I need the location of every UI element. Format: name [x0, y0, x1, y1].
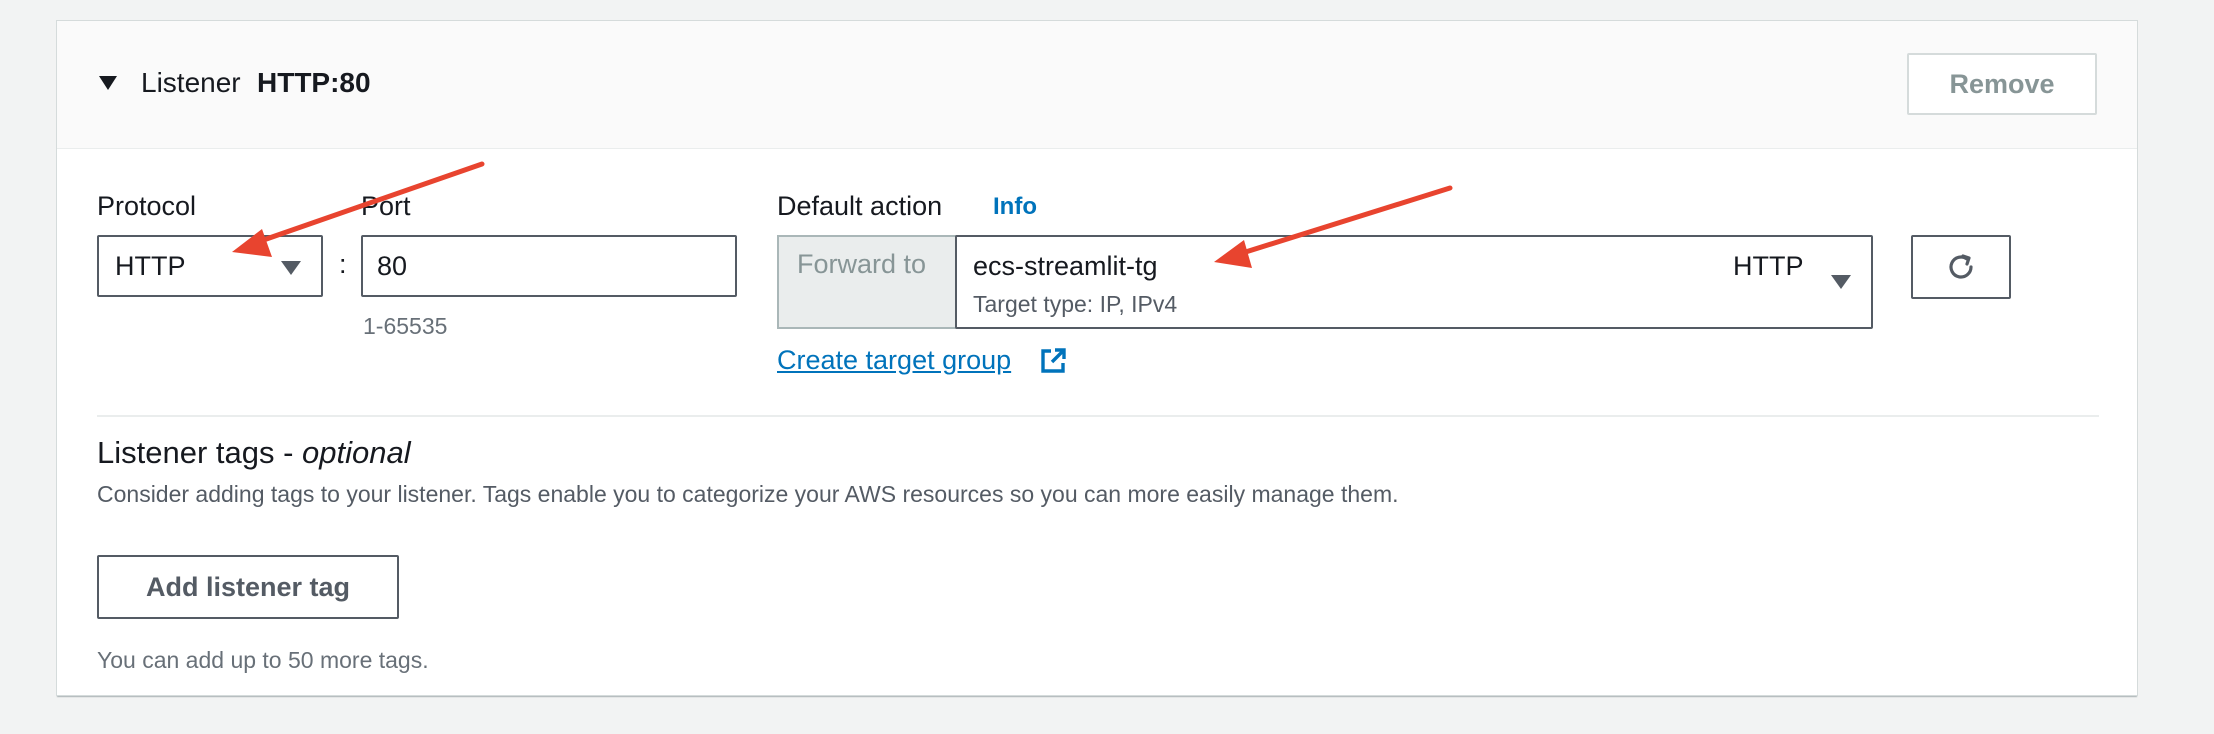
forward-to-label: Forward to — [777, 235, 957, 329]
listener-header[interactable]: Listener HTTP:80 Remove — [57, 21, 2137, 149]
info-link[interactable]: Info — [993, 193, 1037, 221]
target-group-type: Target type: IP, IPv4 — [973, 291, 1178, 317]
add-listener-tag-button[interactable]: Add listener tag — [97, 555, 399, 619]
create-target-group-link[interactable]: Create target group — [777, 345, 1011, 376]
listener-tags-title: Listener tags - optional — [97, 435, 411, 471]
tags-optional-text: optional — [302, 435, 411, 470]
refresh-icon — [1949, 254, 1973, 279]
protocol-label: Protocol — [97, 191, 197, 221]
default-action-label: Default action — [777, 191, 943, 221]
tags-limit-hint: You can add up to 50 more tags. — [97, 647, 429, 673]
remove-button[interactable]: Remove — [1907, 53, 2097, 115]
dropdown-arrow-icon — [281, 261, 301, 275]
external-link-icon[interactable] — [1037, 345, 1069, 377]
port-hint: 1-65535 — [363, 313, 448, 339]
port-separator: : — [339, 249, 347, 279]
tags-title-text: Listener tags - — [97, 435, 303, 470]
dropdown-arrow-icon — [1831, 275, 1851, 289]
port-label: Port — [361, 191, 411, 221]
listener-tags-description: Consider adding tags to your listener. T… — [97, 481, 1399, 507]
section-divider — [97, 415, 2099, 417]
target-group-protocol: HTTP — [1733, 251, 1804, 281]
port-input[interactable] — [361, 235, 737, 297]
refresh-button[interactable] — [1911, 235, 2011, 299]
protocol-select[interactable]: HTTP — [97, 235, 323, 297]
caret-down-icon[interactable] — [99, 76, 117, 90]
listener-name: HTTP:80 — [257, 67, 371, 98]
listener-panel: Listener HTTP:80 Remove Protocol HTTP : … — [56, 20, 2138, 696]
target-group-select[interactable]: ecs-streamlit-tg Target type: IP, IPv4 H… — [955, 235, 1873, 329]
target-group-name: ecs-streamlit-tg — [973, 251, 1158, 281]
listener-label: Listener — [141, 67, 241, 98]
protocol-value: HTTP — [115, 251, 186, 281]
